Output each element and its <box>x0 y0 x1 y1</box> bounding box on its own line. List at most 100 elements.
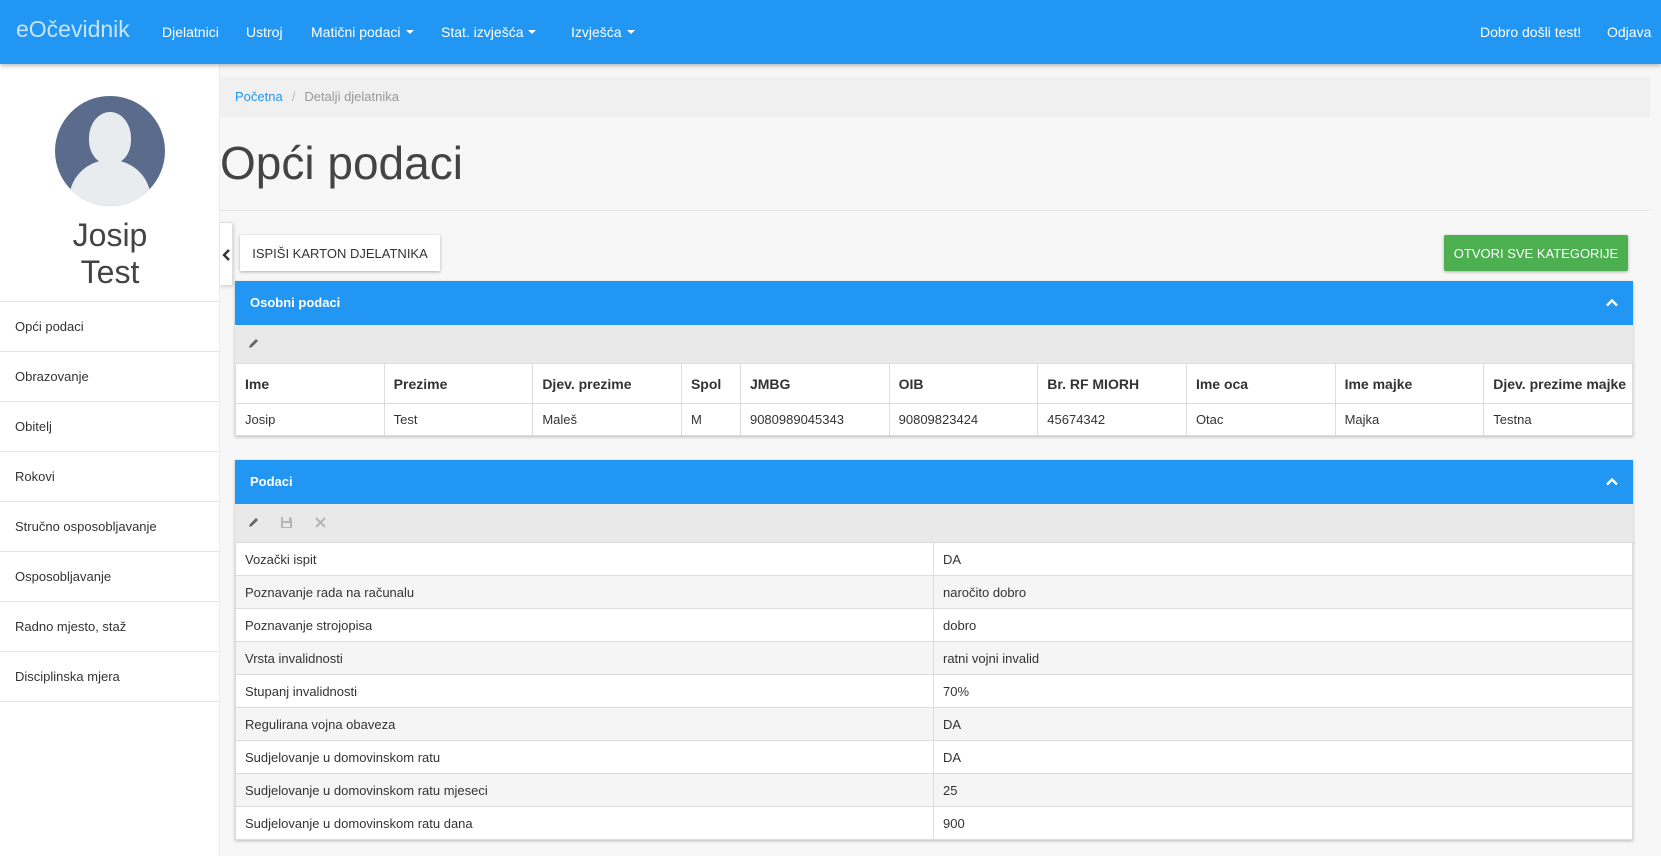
breadcrumb-current: Detalji djelatnika <box>304 89 399 104</box>
nav-izvjesca-label: Izvješća <box>571 24 622 40</box>
table-row: Sudjelovanje u domovinskom ratu DA <box>235 740 1633 774</box>
field-value: 70% <box>933 674 1633 708</box>
table-row: Sudjelovanje u domovinskom ratu dana 900 <box>235 806 1633 840</box>
field-label: Vrsta invalidnosti <box>235 641 934 675</box>
table-row: Poznavanje strojopisa dobro <box>235 608 1633 642</box>
table-cell: 45674342 <box>1037 403 1187 436</box>
pencil-icon[interactable] <box>247 516 260 529</box>
nav-djelatnici[interactable]: Djelatnici <box>162 24 219 40</box>
open-all-categories-button[interactable]: Otvori sve kategorije <box>1444 235 1628 271</box>
field-value: naročito dobro <box>933 575 1633 609</box>
field-value: DA <box>933 542 1633 576</box>
user-silhouette-icon <box>55 96 165 206</box>
welcome-link[interactable]: Dobro došli test! <box>1480 24 1581 40</box>
nav-izvjesca[interactable]: Izvješća <box>571 24 635 40</box>
breadcrumb: Početna / Detalji djelatnika <box>220 77 1650 117</box>
field-label: Poznavanje strojopisa <box>235 608 934 642</box>
table-cell: 9080989045343 <box>739 403 890 436</box>
close-icon[interactable] <box>314 516 327 529</box>
personal-panel-title: Osobni podaci <box>250 295 341 310</box>
table-cell: Majka <box>1334 403 1485 436</box>
breadcrumb-home[interactable]: Početna <box>235 89 283 104</box>
sidebar-item-strucno-osposobljavanje[interactable]: Stručno osposobljavanje <box>0 502 220 552</box>
chevron-up-icon[interactable] <box>1606 298 1618 307</box>
nav-maticni-podaci[interactable]: Matični podaci <box>311 24 414 40</box>
table-cell: 90809823424 <box>888 403 1039 436</box>
table-row: Regulirana vojna obaveza DA <box>235 707 1633 741</box>
field-label: Poznavanje rada na računalu <box>235 575 934 609</box>
caret-down-icon <box>405 30 414 35</box>
personal-panel-header[interactable]: Osobni podaci <box>235 281 1633 325</box>
sidebar-item-obrazovanje[interactable]: Obrazovanje <box>0 352 220 402</box>
table-row: Josip Test Maleš M 9080989045343 9080982… <box>235 403 1633 436</box>
data-table: Vozački ispit DA Poznavanje rada na račun… <box>235 542 1633 840</box>
sidebar-item-osposobljavanje[interactable]: Osposobljavanje <box>0 552 220 602</box>
personal-panel-toolbar <box>235 325 1633 363</box>
avatar-head <box>89 112 131 164</box>
table-row: Vrsta invalidnosti ratni vojni invalid <box>235 641 1633 675</box>
sidebar-item-radno-mjesto[interactable]: Radno mjesto, staž <box>0 602 220 652</box>
field-label: Sudjelovanje u domovinskom ratu <box>235 740 934 774</box>
pencil-icon[interactable] <box>247 337 260 350</box>
column-header: Ime <box>235 363 385 404</box>
chevron-left-icon <box>222 249 230 261</box>
table-cell: Maleš <box>532 403 682 436</box>
column-header: Djev. prezime majke <box>1483 363 1633 404</box>
table-row: Stupanj invalidnosti 70% <box>235 674 1633 708</box>
logout-link[interactable]: Odjava <box>1607 24 1651 40</box>
column-header: Spol <box>680 363 741 404</box>
sidebar-item-opci-podaci[interactable]: Opći podaci <box>0 302 220 352</box>
breadcrumb-separator: / <box>291 89 296 104</box>
avatar-body <box>69 160 151 206</box>
field-label: Regulirana vojna obaveza <box>235 707 934 741</box>
brand-logo[interactable]: eOčevidnik <box>16 16 130 43</box>
field-value: dobro <box>933 608 1633 642</box>
data-panel-header[interactable]: Podaci <box>235 460 1633 504</box>
sidebar: Josip Test Opći podaci Obrazovanje Obite… <box>0 64 220 856</box>
nav-djelatnici-label: Djelatnici <box>162 24 219 40</box>
sidebar-item-rokovi[interactable]: Rokovi <box>0 452 220 502</box>
caret-down-icon <box>626 30 635 35</box>
user-last-name: Test <box>80 254 140 290</box>
sidebar-item-obitelj[interactable]: Obitelj <box>0 402 220 452</box>
field-value: 25 <box>933 773 1633 807</box>
column-header: Br. RF MIORH <box>1037 363 1187 404</box>
personal-data-panel: Osobni podaci Ime Prezime Djev. prezime … <box>235 281 1633 436</box>
data-panel-toolbar <box>235 504 1633 542</box>
table-cell: Josip <box>235 403 385 436</box>
print-record-button[interactable]: Ispiši karton djelatnika <box>240 235 440 271</box>
column-header: Prezime <box>383 363 534 404</box>
page-title: Opći podaci <box>220 137 463 189</box>
top-navbar: eOčevidnik Djelatnici Ustroj Matični pod… <box>0 0 1661 64</box>
table-header-row: Ime Prezime Djev. prezime Spol JMBG OIB … <box>235 363 1633 404</box>
title-divider <box>220 210 1650 211</box>
main-content: Početna / Detalji djelatnika Opći podaci I… <box>220 64 1661 856</box>
user-name: Josip Test <box>0 217 220 291</box>
personal-data-table: Ime Prezime Djev. prezime Spol JMBG OIB … <box>235 363 1633 436</box>
floppy-icon[interactable] <box>280 516 293 529</box>
column-header: JMBG <box>739 363 890 404</box>
field-value: DA <box>933 707 1633 741</box>
table-cell: Testna <box>1483 403 1633 436</box>
table-row: Vozački ispit DA <box>235 542 1633 576</box>
field-value: ratni vojni invalid <box>933 641 1633 675</box>
column-header: Ime majke <box>1334 363 1485 404</box>
table-cell: M <box>680 403 741 436</box>
data-panel-title: Podaci <box>250 474 293 489</box>
field-value: 900 <box>933 806 1633 840</box>
field-label: Vozački ispit <box>235 542 934 576</box>
data-panel: Podaci Vozački ispit DA Poznavanje rada n… <box>235 460 1633 840</box>
sidebar-item-disciplinska-mjera[interactable]: Disciplinska mjera <box>0 652 220 702</box>
sidebar-menu: Opći podaci Obrazovanje Obitelj Rokovi S… <box>0 301 220 702</box>
sidebar-toggle[interactable] <box>220 222 233 286</box>
nav-ustroj-label: Ustroj <box>246 24 283 40</box>
field-label: Stupanj invalidnosti <box>235 674 934 708</box>
caret-down-icon <box>528 30 537 35</box>
nav-stat-izvjesca[interactable]: Stat. izvješća <box>441 24 537 40</box>
chevron-up-icon[interactable] <box>1606 477 1618 486</box>
field-value: DA <box>933 740 1633 774</box>
table-row: Sudjelovanje u domovinskom ratu mjeseci 2… <box>235 773 1633 807</box>
table-row: Poznavanje rada na računalu naročito dobr… <box>235 575 1633 609</box>
nav-stat-izvjesca-label: Stat. izvješća <box>441 24 524 40</box>
nav-ustroj[interactable]: Ustroj <box>246 24 283 40</box>
